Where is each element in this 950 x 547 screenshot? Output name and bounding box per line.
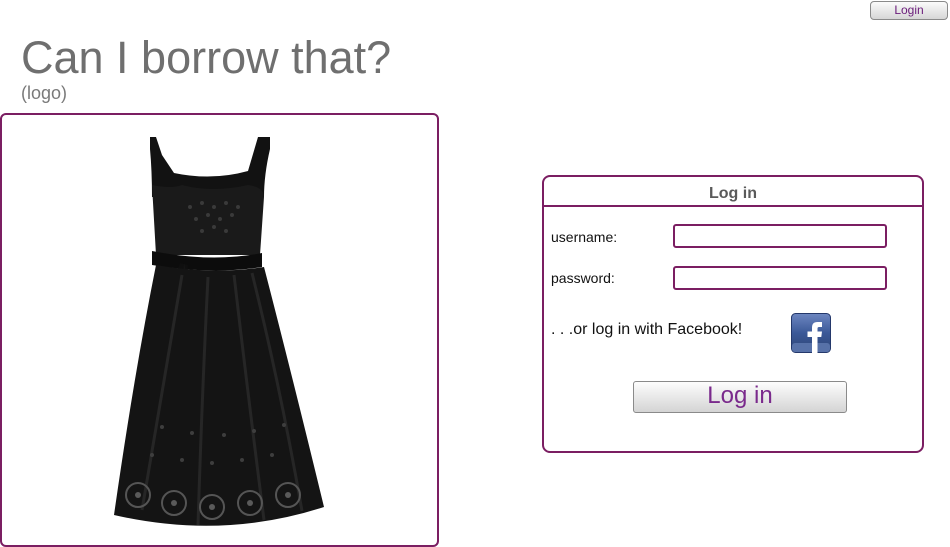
username-label: username:	[551, 229, 618, 245]
password-input[interactable]	[673, 266, 887, 290]
header-login-button[interactable]: Login	[870, 1, 948, 20]
product-image-frame	[0, 113, 439, 547]
facebook-login-text: . . .or log in with Facebook!	[551, 321, 743, 338]
site-title: Can I borrow that?	[21, 32, 392, 83]
dress-image	[114, 137, 324, 526]
password-label: password:	[551, 270, 615, 286]
page: Login Can I borrow that? (logo) Log in u…	[0, 0, 950, 547]
login-panel: Log in username: password: . . .or log i…	[542, 175, 924, 453]
facebook-icon[interactable]	[791, 313, 831, 353]
login-submit-button[interactable]: Log in	[633, 381, 847, 413]
login-panel-title: Log in	[544, 177, 922, 207]
logo-placeholder: (logo)	[21, 83, 68, 103]
username-input[interactable]	[673, 224, 887, 248]
